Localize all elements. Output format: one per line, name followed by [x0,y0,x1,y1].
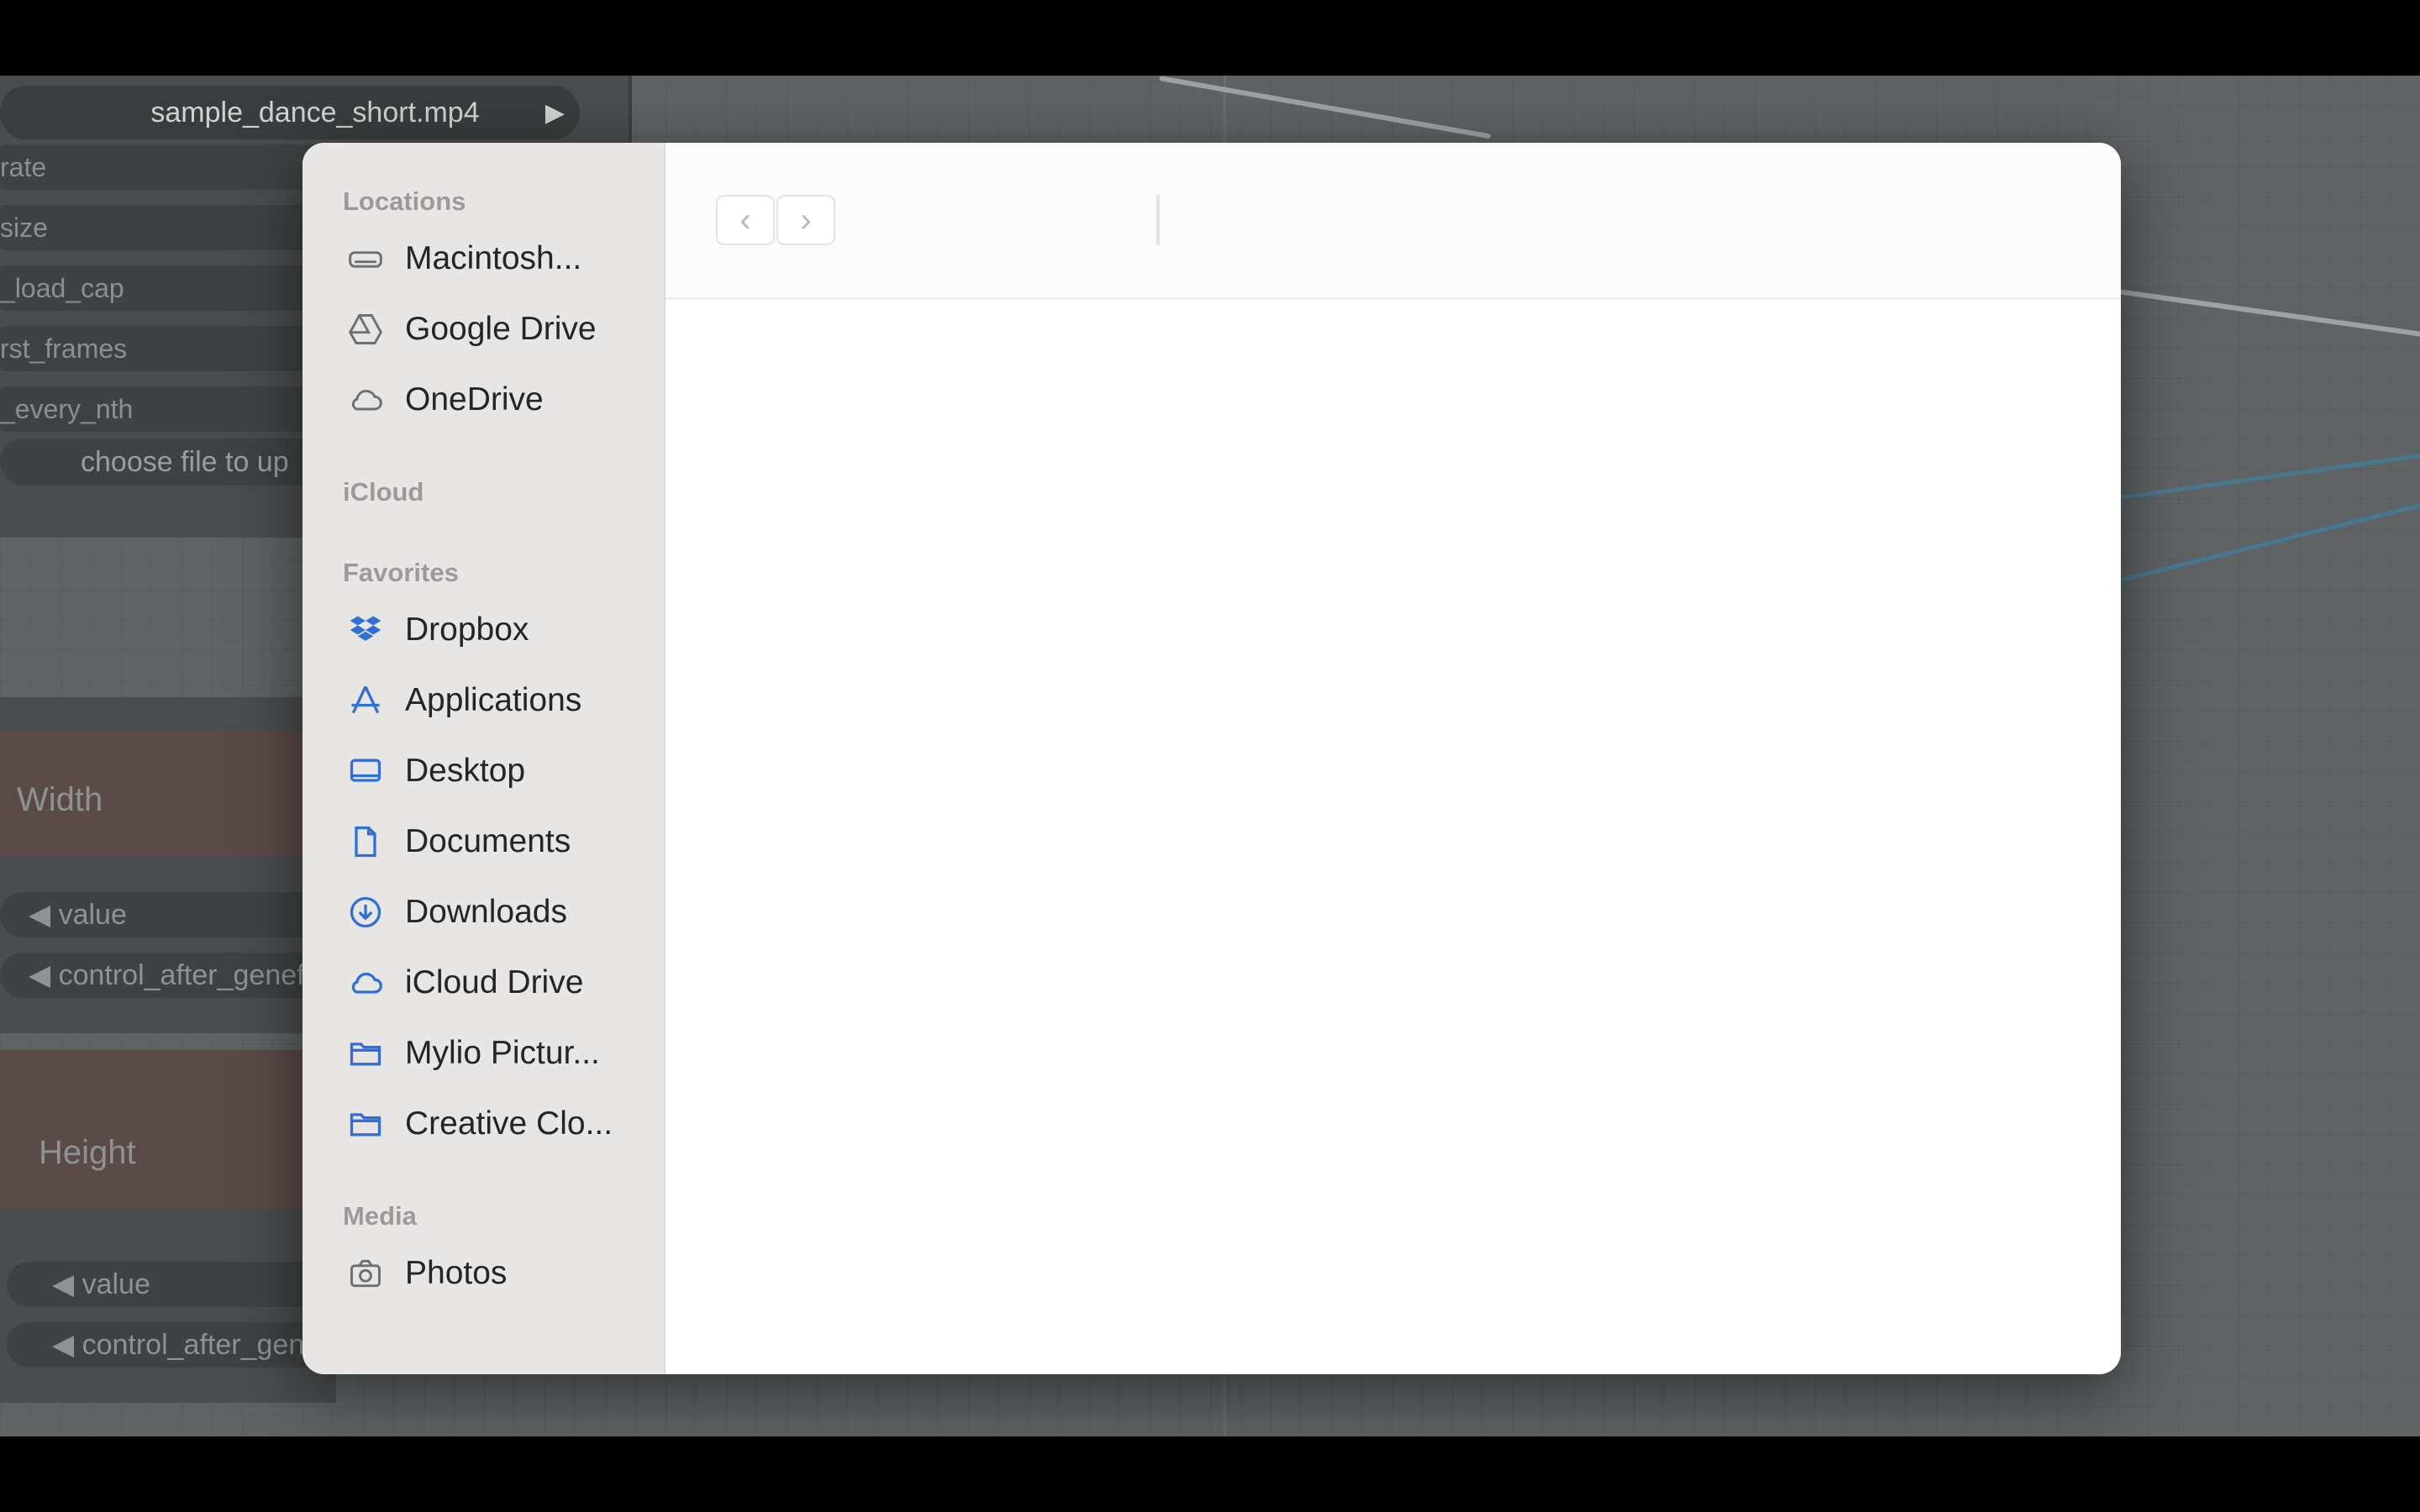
sidebar-item-label: iCloud Drive [405,964,584,1000]
google-drive-icon [346,310,385,349]
icloud-header: iCloud [343,477,424,507]
value-widget[interactable]: ◀ value [7,1262,336,1307]
sidebar-item-desktop[interactable]: Desktop [346,746,525,796]
chevron-right-icon: › [800,201,812,239]
control-label: control_after_genefi [58,959,312,991]
folder-icon [346,1105,385,1143]
cloud-icon [346,963,385,1002]
height-node: Height ◀ value ◀ control_after_gene [0,1050,336,1403]
sidebar-item-label: Photos [405,1255,508,1291]
back-button[interactable]: ‹ [716,195,775,245]
folder-icon [346,1034,385,1073]
node-title: Height [39,1134,136,1171]
media-header: Media [343,1201,417,1231]
locations-header: Locations [343,186,466,216]
camera-icon [346,1254,385,1293]
value-label: value [82,1268,150,1300]
sidebar-item-applications[interactable]: Applications [346,675,581,726]
file-browser: ‹ › [666,143,2121,1374]
sidebar-item-macintosh[interactable]: Macintosh... [346,234,581,284]
control-label: control_after_gene [82,1329,321,1361]
hard-drive-icon [346,239,385,278]
sidebar-item-photos[interactable]: Photos [346,1248,507,1299]
list-view-button[interactable] [1156,195,1160,245]
sidebar: Locations Macintosh... Google Drive OneD… [302,143,666,1374]
dropbox-icon [346,611,385,649]
sidebar-item-icloud-drive[interactable]: iCloud Drive [346,958,583,1008]
favorites-header: Favorites [343,558,459,587]
control-widget[interactable]: ◀ control_after_genefi [0,953,336,998]
sidebar-item-label: Dropbox [405,612,529,648]
chevron-left-icon: ‹ [739,201,751,239]
open-file-dialog: Locations Macintosh... Google Drive OneD… [302,143,2121,1374]
node-title: Width [17,781,103,818]
sidebar-item-label: Downloads [405,894,567,930]
sidebar-item-creative-cloud[interactable]: Creative Clo... [346,1099,613,1149]
sidebar-item-label: Desktop [405,753,526,789]
applications-icon [346,681,385,720]
sidebar-item-onedrive[interactable]: OneDrive [346,375,544,425]
cloud-icon [346,381,385,419]
toolbar: ‹ › [666,143,2121,299]
sidebar-item-documents[interactable]: Documents [346,816,571,867]
document-icon [346,822,385,861]
value-widget[interactable]: ◀ value [0,892,336,937]
sidebar-item-label: Mylio Pictur... [405,1035,600,1071]
download-icon [346,893,385,932]
forward-button[interactable]: › [776,195,835,245]
sidebar-item-label: Creative Clo... [405,1105,613,1142]
node-file-selector[interactable]: sample_dance_short.mp4 ▶ [0,86,580,139]
desktop-icon [346,752,385,790]
sidebar-item-label: OneDrive [405,381,544,417]
node-header [0,1050,336,1210]
play-icon: ▶ [544,98,565,127]
node-file-name: sample_dance_short.mp4 [150,96,480,129]
sidebar-item-label: Documents [405,823,571,859]
value-label: value [58,899,127,931]
sidebar-item-dropbox[interactable]: Dropbox [346,605,529,655]
width-node: Width ◀ value ◀ control_after_genefi [0,697,336,1033]
sidebar-item-label: Google Drive [405,311,597,347]
control-widget[interactable]: ◀ control_after_gene [7,1322,336,1368]
screen: sample_dance_short.mp4 ▶ rate size _load… [0,0,2420,1512]
sidebar-item-label: Macintosh... [405,240,582,276]
sidebar-item-downloads[interactable]: Downloads [346,887,567,937]
sidebar-item-mylio[interactable]: Mylio Pictur... [346,1028,600,1079]
sidebar-item-google-drive[interactable]: Google Drive [346,304,597,354]
sidebar-item-label: Applications [405,682,582,718]
